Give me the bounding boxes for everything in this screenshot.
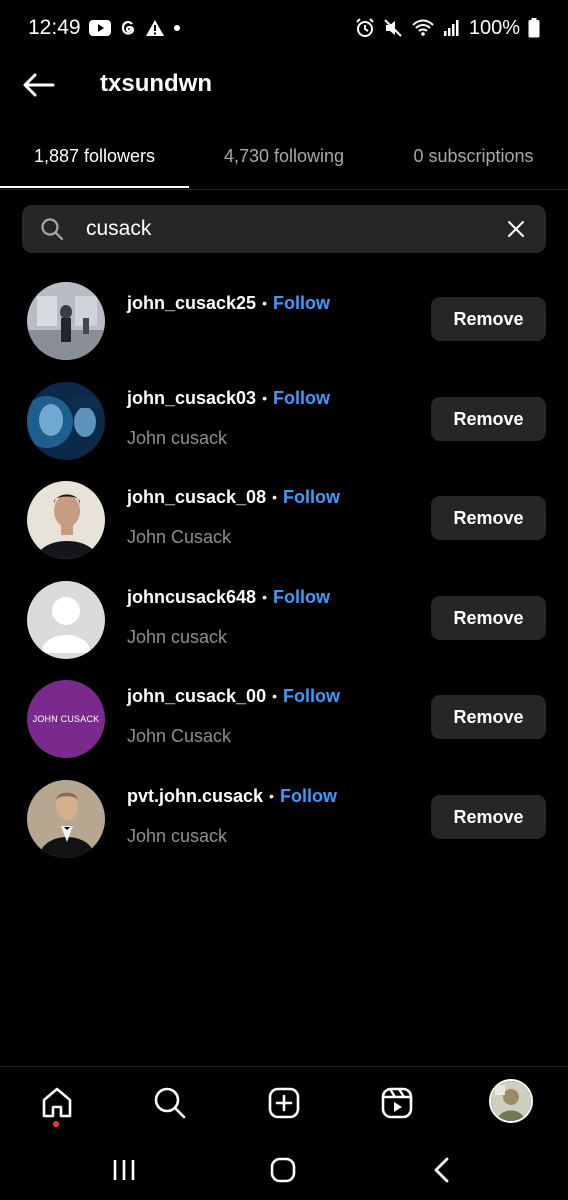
home-icon bbox=[42, 1087, 72, 1118]
back-system-button[interactable] bbox=[422, 1154, 462, 1186]
youtube-icon bbox=[88, 20, 111, 36]
remove-button[interactable]: Remove bbox=[431, 397, 546, 441]
full-name: John cusack bbox=[127, 627, 228, 647]
avatar[interactable] bbox=[27, 282, 105, 360]
battery-icon bbox=[528, 18, 540, 38]
create-icon bbox=[268, 1087, 300, 1119]
full-name: John Cusack bbox=[127, 527, 232, 547]
list-item[interactable]: john_cusack25 • Follow Remove bbox=[0, 280, 568, 360]
avatar[interactable] bbox=[27, 382, 105, 460]
arrow-left-icon bbox=[23, 73, 55, 97]
system-nav bbox=[0, 1138, 568, 1200]
home-circle-icon bbox=[270, 1157, 296, 1183]
wifi-icon bbox=[411, 18, 435, 38]
follow-button[interactable]: Follow bbox=[273, 388, 330, 409]
search-icon bbox=[40, 217, 64, 241]
tab-bar: 1,887 followers 4,730 following 0 subscr… bbox=[0, 124, 568, 190]
search-bar bbox=[22, 205, 546, 253]
avatar[interactable] bbox=[27, 780, 105, 858]
tab-subscriptions[interactable]: 0 subscriptions bbox=[379, 124, 568, 188]
full-name: John cusack bbox=[127, 428, 228, 448]
avatar[interactable]: JOHN CUSACK bbox=[27, 680, 105, 758]
follow-button[interactable]: Follow bbox=[283, 487, 340, 508]
nav-create[interactable] bbox=[262, 1081, 306, 1125]
signal-icon bbox=[443, 19, 461, 37]
list-item[interactable]: john_cusack03 • Follow John cusack Remov… bbox=[0, 380, 568, 460]
threads-icon bbox=[119, 18, 137, 38]
battery-percent: 100% bbox=[468, 16, 520, 39]
status-bar: 12:49 100% bbox=[0, 0, 568, 56]
follow-button[interactable]: Follow bbox=[273, 587, 330, 608]
clear-search-button[interactable] bbox=[504, 217, 528, 241]
chevron-left-icon bbox=[434, 1157, 449, 1183]
active-tab-indicator bbox=[0, 186, 189, 188]
separator-dot: • bbox=[272, 688, 277, 704]
separator-dot: • bbox=[262, 295, 267, 311]
warning-icon bbox=[145, 19, 165, 37]
avatar[interactable] bbox=[27, 581, 105, 659]
full-name: John cusack bbox=[127, 826, 228, 846]
recent-apps-icon bbox=[113, 1160, 135, 1180]
bottom-nav bbox=[0, 1066, 568, 1138]
separator-dot: • bbox=[269, 788, 274, 804]
remove-button[interactable]: Remove bbox=[431, 297, 546, 341]
separator-dot: • bbox=[272, 489, 277, 505]
nav-profile-avatar[interactable] bbox=[489, 1079, 533, 1123]
list-item[interactable]: JOHN CUSACK john_cusack_00 • Follow John… bbox=[0, 678, 568, 758]
alarm-icon bbox=[355, 18, 375, 38]
follow-button[interactable]: Follow bbox=[273, 293, 330, 314]
header: txsundwn bbox=[0, 56, 568, 114]
status-time: 12:49 bbox=[28, 16, 81, 39]
separator-dot: • bbox=[262, 390, 267, 406]
follow-button[interactable]: Follow bbox=[280, 786, 337, 807]
full-name: John Cusack bbox=[127, 726, 232, 746]
tab-followers[interactable]: 1,887 followers bbox=[0, 124, 189, 188]
list-item[interactable]: johncusack648 • Follow John cusack Remov… bbox=[0, 579, 568, 659]
nav-search[interactable] bbox=[148, 1081, 192, 1125]
home-system-button[interactable] bbox=[263, 1154, 303, 1186]
back-button[interactable] bbox=[22, 68, 56, 102]
dot-icon bbox=[173, 24, 181, 32]
search-icon bbox=[154, 1087, 186, 1119]
avatar[interactable] bbox=[27, 481, 105, 559]
username[interactable]: john_cusack_00 bbox=[127, 686, 266, 707]
remove-button[interactable]: Remove bbox=[431, 695, 546, 739]
username[interactable]: john_cusack_08 bbox=[127, 487, 266, 508]
recent-apps-button[interactable] bbox=[104, 1154, 144, 1186]
nav-home[interactable] bbox=[35, 1081, 79, 1125]
username[interactable]: john_cusack03 bbox=[127, 388, 256, 409]
username[interactable]: john_cusack25 bbox=[127, 293, 256, 314]
separator-dot: • bbox=[262, 589, 267, 605]
remove-button[interactable]: Remove bbox=[431, 496, 546, 540]
notification-dot bbox=[53, 1121, 59, 1127]
nav-reels[interactable] bbox=[375, 1081, 419, 1125]
mute-icon bbox=[383, 18, 403, 38]
follow-button[interactable]: Follow bbox=[283, 686, 340, 707]
remove-button[interactable]: Remove bbox=[431, 596, 546, 640]
search-input[interactable] bbox=[86, 217, 466, 241]
list-item[interactable]: pvt.john.cusack • Follow John cusack Rem… bbox=[0, 778, 568, 858]
list-item[interactable]: john_cusack_08 • Follow John Cusack Remo… bbox=[0, 479, 568, 559]
username[interactable]: johncusack648 bbox=[127, 587, 256, 608]
reels-icon bbox=[381, 1087, 413, 1119]
close-icon bbox=[508, 221, 524, 237]
tab-following[interactable]: 4,730 following bbox=[189, 124, 379, 188]
page-title: txsundwn bbox=[100, 70, 212, 97]
avatar-text: JOHN CUSACK bbox=[32, 714, 100, 724]
remove-button[interactable]: Remove bbox=[431, 795, 546, 839]
username[interactable]: pvt.john.cusack bbox=[127, 786, 263, 807]
